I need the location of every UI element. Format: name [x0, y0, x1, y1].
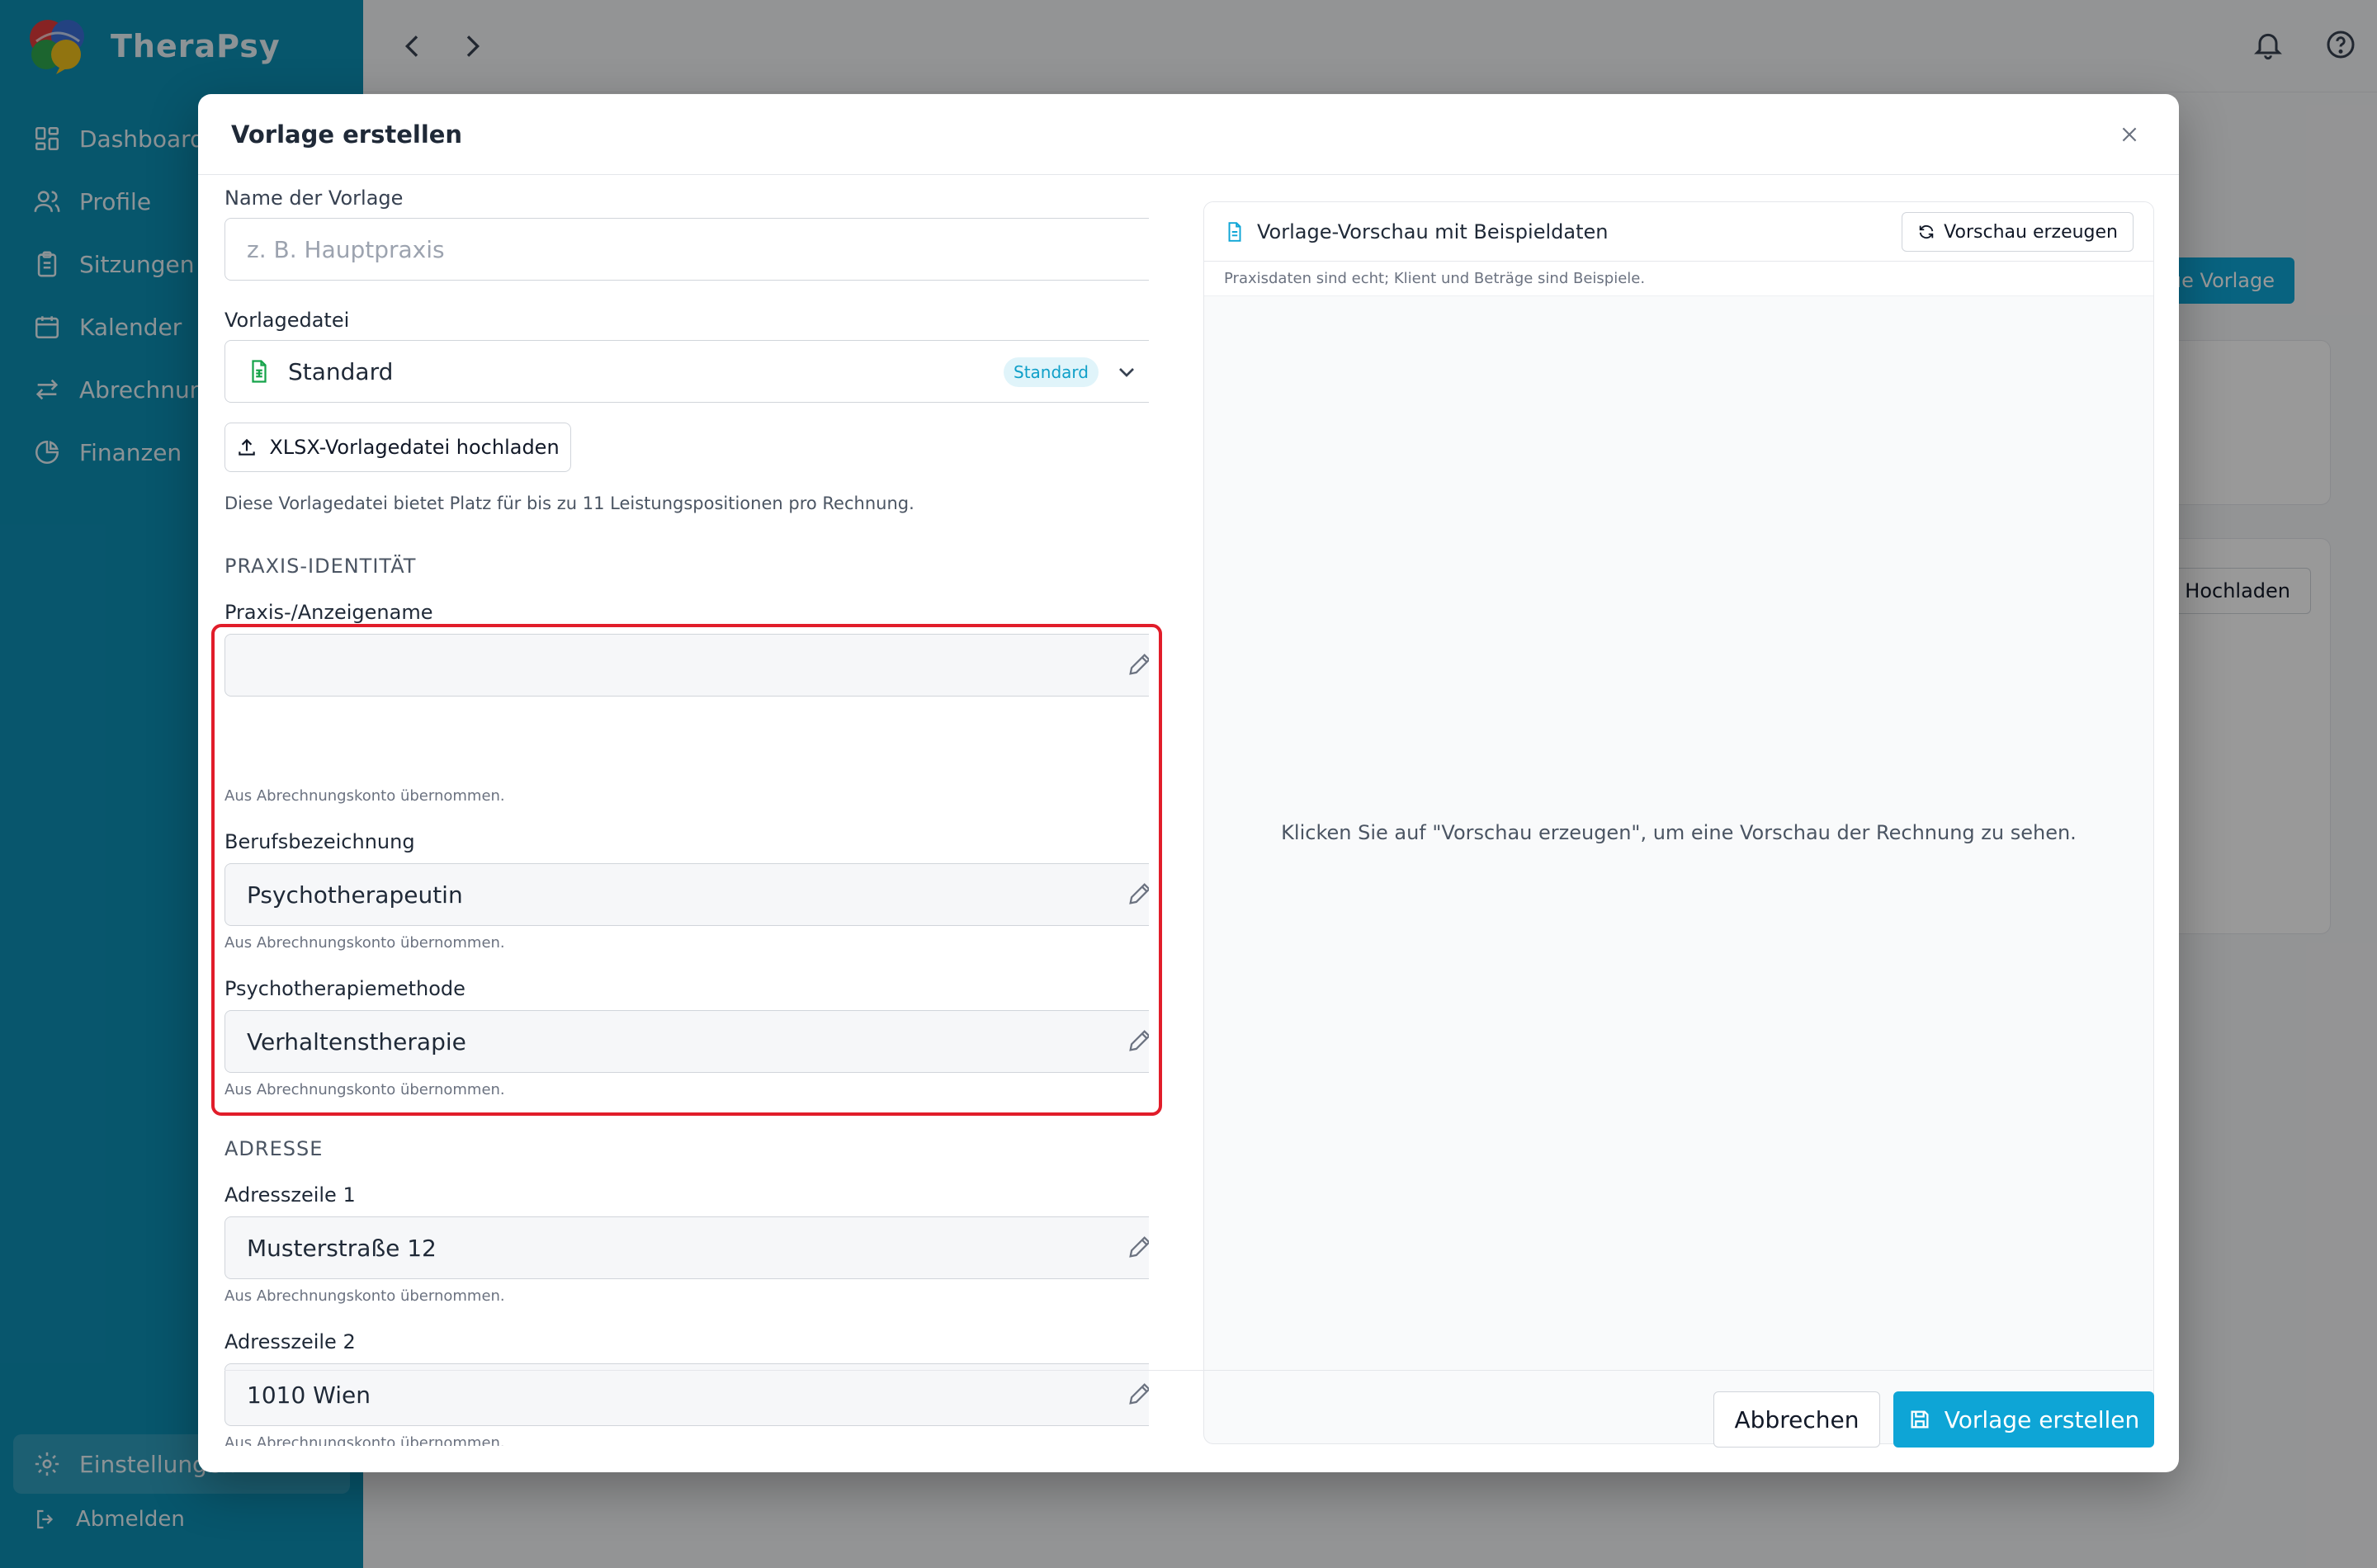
document-icon — [1228, 221, 1241, 242]
template-file-select[interactable]: Standard Standard — [224, 340, 1149, 403]
preview-subtitle: Praxisdaten sind echt; Klient und Beträg… — [1204, 262, 2153, 296]
display-name-hint: Aus Abrechnungskonto übernommen. — [224, 787, 505, 805]
preview-empty-text: Klicken Sie auf "Vorschau erzeugen", um … — [1281, 821, 2077, 844]
template-file-label: Vorlagedatei — [224, 309, 350, 332]
address2-input[interactable]: 1010 Wien — [224, 1363, 1149, 1426]
section-heading-identity: PRAXIS-IDENTITÄT — [224, 555, 417, 578]
preview-panel: Vorlage-Vorschau mit Beispieldaten Vorsc… — [1203, 201, 2154, 1444]
cancel-button[interactable]: Abbrechen — [1713, 1391, 1880, 1448]
close-icon — [2122, 127, 2137, 141]
generate-preview-button[interactable]: Vorschau erzeugen — [1902, 212, 2134, 252]
modal-header: Vorlage erstellen — [198, 94, 2179, 175]
address2-hint: Aus Abrechnungskonto übernommen. — [224, 1434, 505, 1446]
upload-icon — [239, 438, 256, 456]
preview-header: Vorlage-Vorschau mit Beispieldaten Vorsc… — [1204, 202, 2153, 262]
pencil-icon[interactable] — [1126, 880, 1149, 908]
standard-badge: Standard — [1004, 357, 1099, 387]
create-template-label: Vorlage erstellen — [1944, 1405, 2140, 1433]
profession-input[interactable]: Psychotherapeutin — [224, 863, 1149, 926]
pencil-icon[interactable] — [1126, 1233, 1149, 1261]
method-input[interactable]: Verhaltenstherapie — [224, 1010, 1149, 1073]
spreadsheet-file-icon — [252, 360, 267, 383]
display-name-input[interactable] — [224, 634, 1149, 697]
footer-divider — [224, 1370, 2153, 1371]
upload-xlsx-button[interactable]: XLSX-Vorlagedatei hochladen — [224, 423, 571, 472]
modal-title: Vorlage erstellen — [231, 120, 463, 149]
template-file-value: Standard — [288, 357, 394, 385]
pencil-icon[interactable] — [1126, 650, 1149, 678]
method-label: Psychotherapiemethode — [224, 977, 465, 1000]
create-template-button[interactable]: Vorlage erstellen — [1893, 1391, 2154, 1448]
pencil-icon[interactable] — [1126, 1380, 1149, 1408]
display-name-label: Praxis-/Anzeigename — [224, 601, 433, 624]
template-name-label: Name der Vorlage — [224, 187, 404, 210]
profession-label: Berufsbezeichnung — [224, 830, 415, 853]
close-button[interactable] — [2113, 118, 2146, 151]
capacity-hint: Diese Vorlagedatei bietet Platz für bis … — [224, 494, 914, 513]
upload-xlsx-label: XLSX-Vorlagedatei hochladen — [269, 436, 560, 459]
address1-input[interactable]: Musterstraße 12 — [224, 1216, 1149, 1279]
section-heading-address: ADRESSE — [224, 1137, 324, 1160]
profession-hint: Aus Abrechnungskonto übernommen. — [224, 934, 505, 952]
generate-preview-label: Vorschau erzeugen — [1944, 221, 2118, 243]
address1-hint: Aus Abrechnungskonto übernommen. — [224, 1287, 505, 1305]
template-name-input[interactable]: z. B. Hauptpraxis — [224, 218, 1149, 281]
address2-label: Adresszeile 2 — [224, 1330, 356, 1353]
template-form: Name der Vorlage z. B. Hauptpraxis Vorla… — [224, 175, 1149, 1446]
preview-title: Vorlage-Vorschau mit Beispieldaten — [1257, 220, 1609, 243]
refresh-icon — [1919, 224, 1934, 239]
create-template-modal: Vorlage erstellen Name der Vorlage z. B.… — [198, 94, 2179, 1472]
chevron-down-icon — [1119, 368, 1134, 377]
save-icon — [1911, 1410, 1929, 1429]
pencil-icon[interactable] — [1126, 1027, 1149, 1055]
method-hint: Aus Abrechnungskonto übernommen. — [224, 1081, 505, 1098]
address1-label: Adresszeile 1 — [224, 1183, 356, 1207]
